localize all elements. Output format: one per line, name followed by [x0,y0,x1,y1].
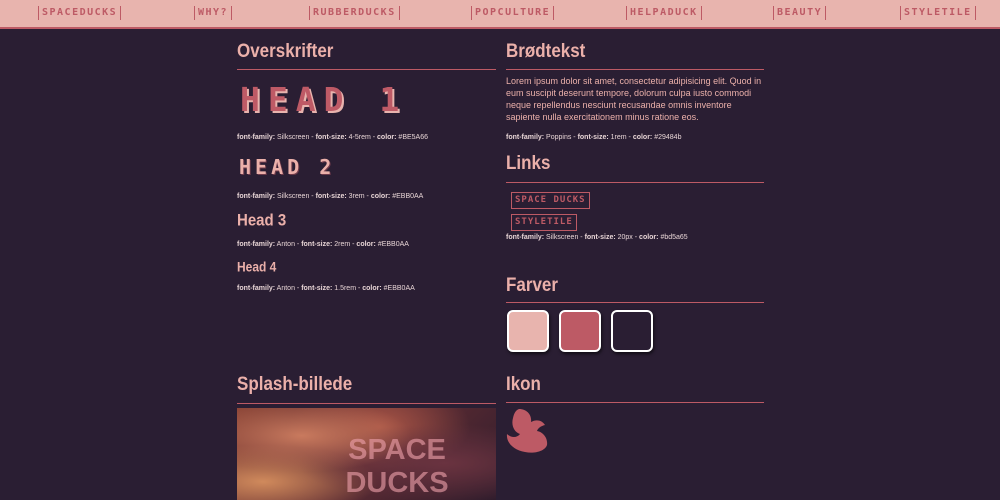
splash-text-line-1: SPACE [348,434,446,466]
splash-divider [237,403,496,404]
splash-section-title: Splash-billede [237,373,353,395]
bodytext-divider [506,69,764,70]
head-4-spec: font-family: Anton - font-size: 1.5rem -… [237,285,415,292]
top-navigation: SPACEDUCKS WHY? RUBBERDUCKS POPCULTURE H… [0,0,1000,29]
bodytext-spec: font-family: Poppins - font-size: 1rem -… [506,134,682,141]
colors-divider [506,302,764,303]
nav-link-why[interactable]: WHY? [194,6,233,20]
icon-section-title: Ikon [506,373,541,395]
color-swatch-dark-purple [611,310,653,352]
nav-link-popculture[interactable]: POPCULTURE [471,6,555,20]
headings-section-title: Overskrifter [237,40,334,62]
duck-head-icon [506,409,548,453]
head-4-sample: Head 4 [237,259,277,275]
bodytext-sample: Lorem ipsum dolor sit amet, consectetur … [506,76,762,122]
nav-link-spaceducks[interactable]: SPACEDUCKS [38,6,122,20]
nav-link-helpaduck[interactable]: HELPADUCK [626,6,702,20]
nav-link-rubberducks[interactable]: RUBBERDUCKS [309,6,400,20]
splash-image: SPACE DUCKS [237,408,496,500]
head-3-sample: Head 3 [237,211,287,231]
headings-divider [237,69,496,70]
color-swatch-rose [559,310,601,352]
head-2-sample: HEAD 2 [239,155,336,179]
nav-link-styletile[interactable]: STYLETILE [900,6,976,20]
head-2-spec: font-family: Silkscreen - font-size: 3re… [237,193,424,200]
link-space-ducks[interactable]: SPACE DUCKS [511,192,590,209]
nav-link-beauty[interactable]: BEAUTY [773,6,827,20]
bodytext-section-title: Brødtekst [506,40,586,62]
links-section-title: Links [506,152,551,174]
links-divider [506,182,764,183]
color-swatch-light-pink [507,310,549,352]
head-1-spec: font-family: Silkscreen - font-size: 4-5… [237,134,429,141]
links-spec: font-family: Silkscreen - font-size: 20p… [506,234,688,241]
icon-divider [506,402,764,403]
splash-text-line-2: DUCKS [345,467,449,499]
head-1-sample: HEAD 1 [240,80,408,119]
head-3-spec: font-family: Anton - font-size: 2rem - c… [237,241,409,248]
link-styletile[interactable]: STYLETILE [511,214,577,231]
colors-section-title: Farver [506,274,558,296]
splash-overlay-text: SPACE DUCKS [337,434,457,500]
